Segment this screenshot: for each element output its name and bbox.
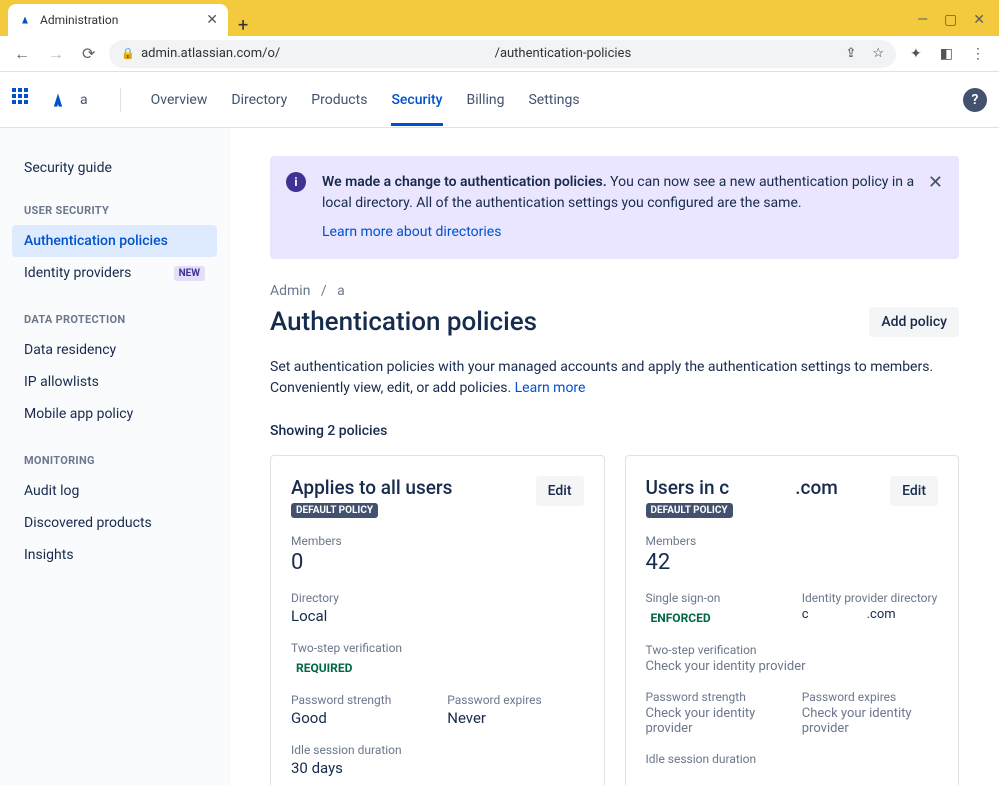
sidebar-item-security-guide[interactable]: Security guide bbox=[12, 152, 217, 184]
twostep-label: Two-step verification bbox=[646, 643, 939, 657]
pw-expires-value: Never bbox=[447, 709, 583, 727]
close-tab-icon[interactable]: ✕ bbox=[206, 12, 218, 28]
help-icon[interactable]: ? bbox=[963, 88, 987, 112]
pw-expires-label: Password expires bbox=[447, 693, 583, 707]
browser-tab-bar: Administration ✕ + — ▢ ✕ bbox=[0, 0, 999, 36]
sidebar-item-identity-providers[interactable]: Identity providers NEW bbox=[12, 257, 217, 289]
tab-billing[interactable]: Billing bbox=[467, 74, 505, 126]
pw-expires-sub: Check your identity provider bbox=[802, 706, 938, 736]
org-name[interactable]: a bbox=[80, 92, 88, 108]
tab-settings[interactable]: Settings bbox=[528, 74, 579, 126]
share-icon[interactable]: ⇪ bbox=[845, 46, 856, 61]
breadcrumb: Admin / a bbox=[270, 283, 959, 299]
back-button[interactable]: ← bbox=[10, 40, 34, 68]
menu-icon[interactable]: ⋮ bbox=[967, 42, 989, 66]
banner-learn-more-link[interactable]: Learn more about directories bbox=[322, 222, 919, 243]
directory-value: Local bbox=[291, 607, 584, 625]
sidebar-item-data-residency[interactable]: Data residency bbox=[12, 334, 217, 366]
sso-label: Single sign-on bbox=[646, 591, 782, 605]
banner-close-icon[interactable]: ✕ bbox=[928, 172, 943, 193]
card-title: Users in c .com bbox=[646, 476, 838, 499]
new-badge: NEW bbox=[174, 266, 205, 281]
edit-button[interactable]: Edit bbox=[536, 476, 584, 506]
directory-label: Directory bbox=[291, 591, 584, 605]
sidebar-item-audit-log[interactable]: Audit log bbox=[12, 475, 217, 507]
browser-toolbar: ← → ⟳ 🔒 admin.atlassian.com/o/ /authenti… bbox=[0, 36, 999, 72]
atlassian-logo-icon[interactable] bbox=[48, 90, 68, 110]
url-prefix: admin.atlassian.com/o/ bbox=[141, 46, 280, 61]
tab-products[interactable]: Products bbox=[311, 74, 367, 126]
pw-strength-sub: Check your identity provider bbox=[646, 706, 782, 736]
members-value: 42 bbox=[646, 550, 939, 575]
extensions-icon[interactable]: ✦ bbox=[906, 42, 926, 66]
sidebar-section-data-protection: DATA PROTECTION bbox=[12, 289, 217, 334]
intro-text: Set authentication policies with your ma… bbox=[270, 357, 959, 399]
pw-strength-label: Password strength bbox=[646, 690, 782, 704]
url-suffix: /authentication-policies bbox=[495, 46, 632, 61]
forward-button[interactable]: → bbox=[44, 40, 68, 68]
tab-security[interactable]: Security bbox=[391, 74, 442, 126]
pw-strength-value: Good bbox=[291, 709, 427, 727]
idle-value: 30 days bbox=[291, 759, 584, 777]
pw-strength-label: Password strength bbox=[291, 693, 427, 707]
sso-value: ENFORCED bbox=[646, 609, 716, 627]
twostep-value: REQUIRED bbox=[291, 659, 357, 677]
idp-label: Identity provider directory bbox=[802, 591, 938, 605]
card-title: Applies to all users bbox=[291, 476, 452, 499]
tab-overview[interactable]: Overview bbox=[151, 74, 208, 126]
breadcrumb-org[interactable]: a bbox=[337, 283, 345, 299]
sidebar-item-ip-allowlists[interactable]: IP allowlists bbox=[12, 366, 217, 398]
twostep-sub: Check your identity provider bbox=[646, 659, 939, 674]
sidebar-item-mobile-app-policy[interactable]: Mobile app policy bbox=[12, 398, 217, 430]
members-value: 0 bbox=[291, 550, 584, 575]
info-banner: i We made a change to authentication pol… bbox=[270, 156, 959, 259]
lock-icon: 🔒 bbox=[121, 47, 135, 60]
add-policy-button[interactable]: Add policy bbox=[869, 307, 959, 337]
new-tab-button[interactable]: + bbox=[228, 15, 258, 36]
twostep-label: Two-step verification bbox=[291, 641, 584, 655]
atlassian-favicon bbox=[18, 13, 32, 27]
default-policy-badge: DEFAULT POLICY bbox=[291, 503, 378, 518]
close-window-icon[interactable]: ✕ bbox=[973, 12, 985, 28]
idle-label: Idle session duration bbox=[291, 743, 584, 757]
main-content: i We made a change to authentication pol… bbox=[230, 128, 999, 785]
sidebar-item-insights[interactable]: Insights bbox=[12, 539, 217, 571]
breadcrumb-admin[interactable]: Admin bbox=[270, 283, 310, 299]
app-header: a Overview Directory Products Security B… bbox=[0, 72, 999, 128]
sidebar-section-user-security: USER SECURITY bbox=[12, 184, 217, 225]
reload-button[interactable]: ⟳ bbox=[78, 40, 99, 67]
account-icon[interactable]: ◧ bbox=[936, 42, 957, 66]
sidebar-item-discovered-products[interactable]: Discovered products bbox=[12, 507, 217, 539]
browser-tab[interactable]: Administration ✕ bbox=[8, 4, 228, 36]
idp-value: c .com bbox=[802, 607, 938, 622]
sidebar-item-auth-policies[interactable]: Authentication policies bbox=[12, 225, 217, 257]
idle-label: Idle session duration bbox=[646, 752, 939, 766]
policy-card-users-in-domain: Users in c .com DEFAULT POLICY Edit Memb… bbox=[625, 455, 960, 785]
members-label: Members bbox=[291, 534, 584, 548]
nav-tabs: Overview Directory Products Security Bil… bbox=[151, 74, 580, 126]
app-switcher-icon[interactable] bbox=[12, 88, 36, 112]
tab-directory[interactable]: Directory bbox=[231, 74, 287, 126]
edit-button[interactable]: Edit bbox=[890, 476, 938, 506]
members-label: Members bbox=[646, 534, 939, 548]
address-bar[interactable]: 🔒 admin.atlassian.com/o/ /authentication… bbox=[109, 40, 896, 68]
banner-bold: We made a change to authentication polic… bbox=[322, 174, 607, 190]
default-policy-badge: DEFAULT POLICY bbox=[646, 503, 733, 518]
info-icon: i bbox=[286, 172, 306, 192]
showing-count: Showing 2 policies bbox=[270, 423, 959, 439]
minimize-icon[interactable]: — bbox=[917, 12, 928, 28]
policy-card-all-users: Applies to all users DEFAULT POLICY Edit… bbox=[270, 455, 605, 785]
star-icon[interactable]: ☆ bbox=[872, 46, 884, 61]
tab-title: Administration bbox=[40, 13, 118, 27]
page-title: Authentication policies bbox=[270, 307, 537, 337]
pw-expires-label: Password expires bbox=[802, 690, 938, 704]
sidebar-section-monitoring: MONITORING bbox=[12, 430, 217, 475]
sidebar: Security guide USER SECURITY Authenticat… bbox=[0, 128, 230, 785]
maximize-icon[interactable]: ▢ bbox=[944, 12, 957, 28]
intro-learn-more-link[interactable]: Learn more bbox=[515, 380, 586, 396]
